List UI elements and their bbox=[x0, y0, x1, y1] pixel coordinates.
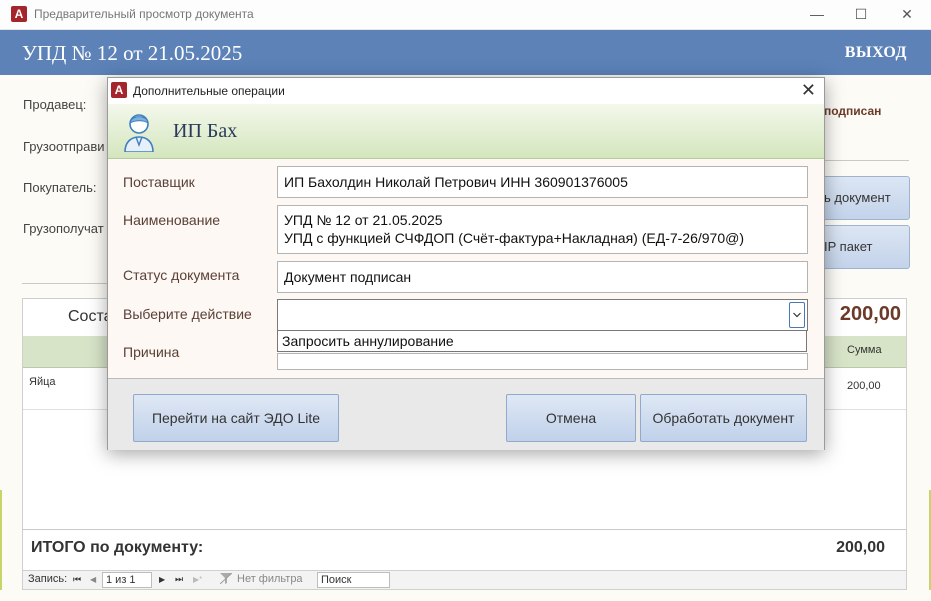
status-field[interactable]: Документ подписан bbox=[277, 261, 808, 293]
exit-button[interactable]: ВЫХОД bbox=[845, 44, 907, 62]
dialog-footer: Перейти на сайт ЭДО Lite Отмена Обработа… bbox=[108, 378, 824, 450]
next-record-icon[interactable]: ▶ bbox=[159, 575, 165, 584]
record-label: Запись: bbox=[28, 573, 68, 585]
total-amount: 200,00 bbox=[839, 303, 901, 325]
action-select[interactable] bbox=[277, 299, 808, 331]
document-button[interactable]: ь документ bbox=[815, 176, 910, 220]
item-name-cell[interactable]: Яйца bbox=[29, 376, 56, 388]
dialog-title: Дополнительные операции bbox=[133, 84, 285, 98]
last-record-icon[interactable]: ⏭ bbox=[175, 574, 183, 585]
dialog-titlebar: A Дополнительные операции ✕ bbox=[108, 78, 824, 104]
buyer-label: Покупатель: bbox=[23, 180, 97, 195]
seller-label: Продавец: bbox=[23, 97, 87, 112]
access-app-icon: A bbox=[111, 82, 127, 98]
shipper-label: Грузоотправи bbox=[23, 139, 105, 154]
dropdown-option-cancel-request[interactable]: Запросить аннулирование bbox=[277, 330, 807, 352]
supplier-label: Поставщик bbox=[123, 174, 195, 190]
close-window-button[interactable]: ✕ bbox=[895, 4, 919, 24]
consignee-label: Грузополучат bbox=[23, 221, 104, 236]
additional-operations-dialog: A Дополнительные операции ✕ ИП Бах Поста… bbox=[107, 77, 825, 450]
sum-column-header: Сумма bbox=[847, 344, 882, 356]
item-sum-cell[interactable]: 200,00 bbox=[847, 380, 881, 392]
maximize-button[interactable]: ☐ bbox=[849, 4, 873, 24]
window-title: Предварительный просмотр документа bbox=[34, 7, 254, 21]
funnel-icon bbox=[219, 572, 233, 585]
left-edge-strip bbox=[0, 490, 2, 590]
document-total-value: 200,00 bbox=[836, 539, 885, 556]
go-to-edo-lite-button[interactable]: Перейти на сайт ЭДО Lite bbox=[133, 394, 339, 442]
document-total-label: ИТОГО по документу: bbox=[31, 539, 204, 556]
document-name-line-1: УПД № 12 от 21.05.2025 bbox=[284, 212, 443, 228]
counterparty-name: ИП Бах bbox=[173, 120, 238, 142]
dialog-banner: ИП Бах bbox=[108, 104, 824, 159]
filter-status[interactable]: Нет фильтра bbox=[237, 573, 303, 585]
status-label: Статус документа bbox=[123, 267, 240, 283]
reason-label: Причина bbox=[123, 344, 180, 360]
package-button[interactable]: IP пакет bbox=[815, 225, 910, 269]
process-document-button[interactable]: Обработать документ bbox=[640, 394, 807, 442]
document-name-field[interactable]: УПД № 12 от 21.05.2025 УПД с функцией СЧ… bbox=[277, 205, 808, 254]
new-record-icon[interactable]: ▶* bbox=[193, 575, 202, 584]
document-name-line-2: УПД с функцией СЧФДОП (Счёт-фактура+Накл… bbox=[284, 230, 745, 246]
dialog-close-icon[interactable]: ✕ bbox=[801, 80, 816, 101]
user-avatar-icon bbox=[124, 114, 154, 152]
chevron-down-icon bbox=[793, 312, 801, 318]
name-label: Наименование bbox=[123, 212, 221, 228]
document-header: УПД № 12 от 21.05.2025 ВЫХОД bbox=[0, 30, 931, 75]
reason-field[interactable] bbox=[277, 353, 808, 370]
document-title: УПД № 12 от 21.05.2025 bbox=[22, 41, 243, 65]
divider bbox=[23, 529, 906, 530]
filter-icon[interactable] bbox=[219, 572, 233, 587]
search-input[interactable]: Поиск bbox=[317, 572, 390, 588]
first-record-icon[interactable]: ⏮ bbox=[73, 574, 81, 585]
cancel-button[interactable]: Отмена bbox=[506, 394, 636, 442]
minimize-button[interactable]: — bbox=[805, 4, 829, 24]
divider bbox=[824, 160, 909, 161]
composition-label: Соста bbox=[68, 308, 113, 325]
record-navigation-bar: Запись: ⏮ ◀ 1 из 1 ▶ ⏭ ▶* Нет фильтра По… bbox=[23, 570, 906, 589]
document-status-text: подписан bbox=[824, 104, 882, 118]
window-titlebar: A Предварительный просмотр документа — ☐… bbox=[0, 0, 931, 30]
divider bbox=[22, 283, 107, 284]
dropdown-arrow-button[interactable] bbox=[789, 302, 805, 328]
record-position-input[interactable]: 1 из 1 bbox=[102, 572, 152, 588]
access-app-icon: A bbox=[11, 6, 27, 22]
supplier-field[interactable]: ИП Бахолдин Николай Петрович ИНН 3609013… bbox=[277, 166, 808, 198]
action-label: Выберите действие bbox=[123, 306, 252, 322]
prev-record-icon[interactable]: ◀ bbox=[90, 575, 96, 584]
